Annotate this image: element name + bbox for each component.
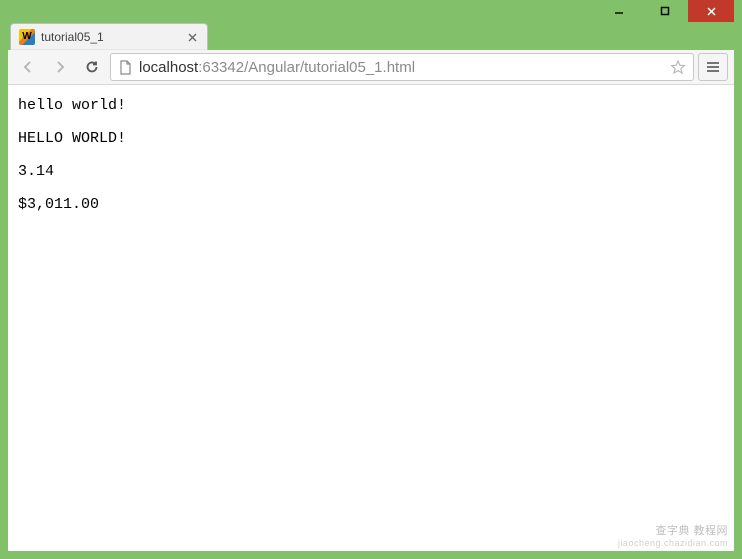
window-titlebar: [8, 0, 734, 22]
window-close-button[interactable]: [688, 0, 734, 22]
minimize-icon: [614, 6, 624, 16]
forward-button[interactable]: [46, 53, 74, 81]
browser-toolbar: localhost:63342/Angular/tutorial05_1.htm…: [8, 50, 734, 85]
window-minimize-button[interactable]: [596, 0, 642, 22]
tab-close-button[interactable]: [185, 30, 199, 44]
address-url: localhost:63342/Angular/tutorial05_1.htm…: [139, 59, 663, 76]
tab-strip: W tutorial05_1: [8, 22, 734, 50]
close-icon: [188, 33, 197, 42]
reload-button[interactable]: [78, 53, 106, 81]
address-bar[interactable]: localhost:63342/Angular/tutorial05_1.htm…: [110, 53, 694, 81]
star-icon: [670, 59, 686, 75]
hamburger-icon: [706, 61, 720, 73]
back-button[interactable]: [14, 53, 42, 81]
browser-tab[interactable]: W tutorial05_1: [10, 23, 208, 50]
arrow-right-icon: [52, 59, 68, 75]
close-icon: [706, 6, 717, 17]
page-text-line: HELLO WORLD!: [18, 130, 724, 147]
tab-favicon: W: [19, 29, 35, 45]
new-tab-button[interactable]: [208, 24, 236, 50]
page-text-line: 3.14: [18, 163, 724, 180]
tab-title: tutorial05_1: [41, 30, 185, 44]
url-host: localhost: [139, 59, 198, 76]
url-path: /Angular/tutorial05_1.html: [244, 59, 415, 76]
window-maximize-button[interactable]: [642, 0, 688, 22]
page-text-line: hello world!: [18, 97, 724, 114]
page-text-line: $3,011.00: [18, 196, 724, 213]
reload-icon: [84, 59, 100, 75]
chrome-menu-button[interactable]: [698, 53, 728, 81]
browser-window: W tutorial05_1 localhost:63342/Angular/t…: [0, 0, 742, 559]
maximize-icon: [660, 6, 670, 16]
bookmark-button[interactable]: [669, 58, 687, 76]
page-icon: [117, 59, 133, 75]
page-content: hello world! HELLO WORLD! 3.14 $3,011.00: [8, 85, 734, 551]
url-port: :63342: [198, 59, 244, 76]
arrow-left-icon: [20, 59, 36, 75]
